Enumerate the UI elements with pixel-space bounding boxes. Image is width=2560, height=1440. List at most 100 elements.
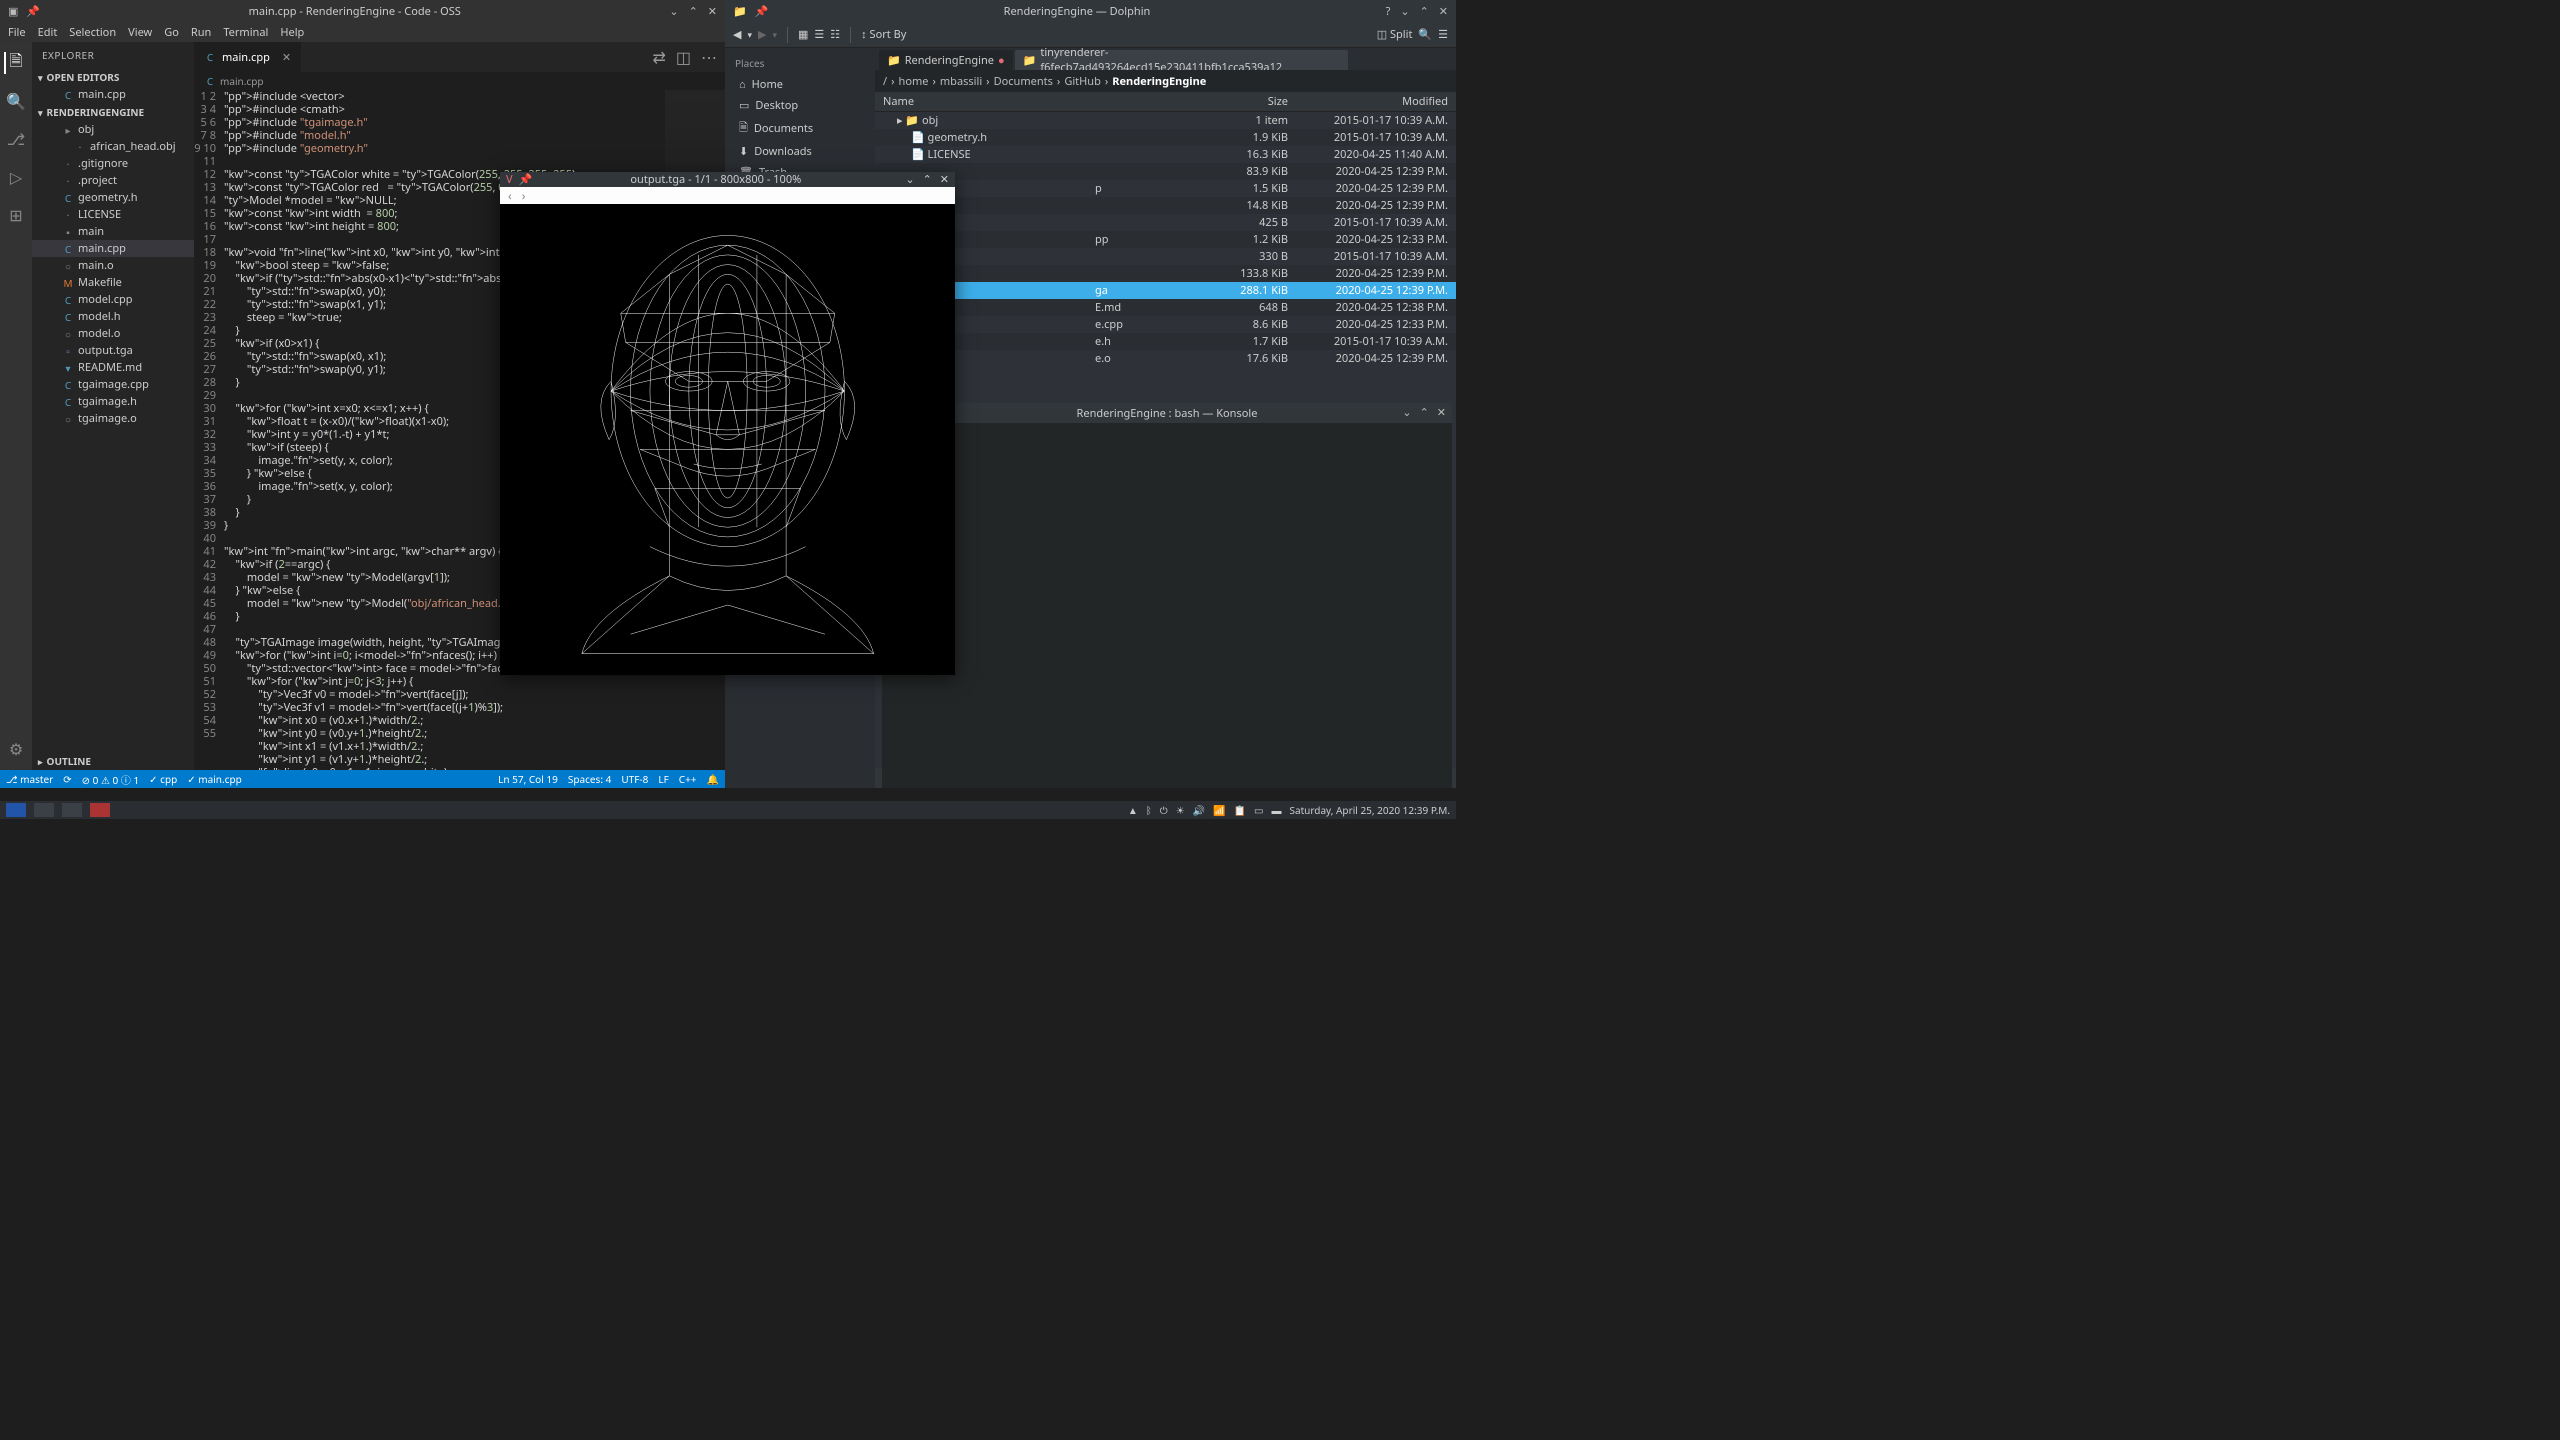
file-row[interactable]: p1.5 KiB2020-04-25 12:39 P.M. [875, 180, 1456, 197]
close-icon[interactable]: ✕ [708, 4, 717, 19]
close-icon[interactable]: ✕ [1437, 405, 1446, 420]
imgviewer-titlebar[interactable]: V 📌 output.tga - 1/1 - 800x800 - 100% ⌄ … [500, 172, 955, 187]
close-tab-icon[interactable]: ✕ [282, 50, 291, 65]
file-row[interactable]: 83.9 KiB2020-04-25 12:39 P.M. [875, 163, 1456, 180]
menu-help[interactable]: Help [280, 25, 304, 40]
tree-item[interactable]: MMakefile [32, 274, 194, 291]
place-item[interactable]: ▭Desktop [725, 95, 875, 116]
bluetooth-icon[interactable]: ᛒ [1146, 803, 1152, 817]
open-editors-header[interactable]: ▾OPEN EDITORS [32, 68, 194, 86]
file-status[interactable]: ✓ main.cpp [187, 772, 241, 786]
terminal[interactable]: lp ine]$ make [882, 423, 1452, 788]
tree-item[interactable]: ·.project [32, 172, 194, 189]
fwd-history-icon[interactable]: ▾ [772, 28, 777, 41]
file-row[interactable]: pp1.2 KiB2020-04-25 12:33 P.M. [875, 231, 1456, 248]
breadcrumbs[interactable]: Cmain.cpp [194, 72, 725, 90]
chevron-up-icon[interactable]: ⌃ [689, 4, 698, 19]
place-item[interactable]: ⬇Downloads [725, 141, 875, 162]
image-canvas[interactable] [500, 204, 955, 675]
tab-main-cpp[interactable]: Cmain.cpp✕ [194, 42, 301, 72]
file-row[interactable]: 425 B2015-01-17 10:39 A.M. [875, 214, 1456, 231]
konsole-title[interactable]: RenderingEngine : bash — Konsole [882, 403, 1452, 423]
chevron-down-icon[interactable]: ⌄ [1400, 4, 1409, 19]
explorer-icon[interactable]: 🗎 [4, 52, 26, 74]
tree-item[interactable]: ○model.o [32, 325, 194, 342]
compact-view-icon[interactable]: ☰ [814, 27, 824, 42]
tree-item[interactable]: ·african_head.obj [32, 138, 194, 155]
menu-go[interactable]: Go [164, 25, 179, 40]
tree-item[interactable]: ▫output.tga [32, 342, 194, 359]
language-mode[interactable]: C++ [679, 772, 697, 786]
search-icon[interactable]: 🔍 [5, 90, 27, 112]
file-row[interactable]: ▸ 📁 obj1 item2015-01-17 10:39 A.M. [875, 112, 1456, 129]
tree-item[interactable]: Cmodel.cpp [32, 291, 194, 308]
taskbar-app[interactable] [6, 803, 26, 817]
gear-icon[interactable]: ⚙ [5, 738, 27, 760]
outline-header[interactable]: ▸OUTLINE [32, 752, 194, 770]
menu-terminal[interactable]: Terminal [223, 25, 268, 40]
taskbar-app[interactable] [62, 803, 82, 817]
tree-item[interactable]: ○main.o [32, 257, 194, 274]
indent[interactable]: Spaces: 4 [568, 772, 611, 786]
debug-icon[interactable]: ▷ [5, 166, 27, 188]
scm-icon[interactable]: ⎇ [5, 128, 27, 150]
chevron-up-icon[interactable]: ⌃ [1420, 4, 1429, 19]
tree-item[interactable]: ▸obj [32, 121, 194, 138]
chevron-down-icon[interactable]: ⌄ [905, 172, 914, 187]
close-icon[interactable]: ✕ [1439, 4, 1448, 19]
tree-item[interactable]: ▪main [32, 223, 194, 240]
taskbar-app[interactable] [90, 803, 110, 817]
close-icon[interactable]: ✕ [940, 172, 949, 187]
file-row[interactable]: E.md648 B2020-04-25 12:38 P.M. [875, 299, 1456, 316]
icons-view-icon[interactable]: ▦ [798, 27, 808, 42]
chevron-up-icon[interactable]: ⌃ [923, 172, 932, 187]
file-row[interactable]: 📄 geometry.h1.9 KiB2015-01-17 10:39 A.M. [875, 129, 1456, 146]
clock[interactable]: Saturday, April 25, 2020 12:39 P.M. [1289, 803, 1450, 817]
pin-icon[interactable]: 📌 [519, 172, 533, 187]
file-row[interactable]: 133.8 KiB2020-04-25 12:39 P.M. [875, 265, 1456, 282]
menu-selection[interactable]: Selection [69, 25, 116, 40]
file-row[interactable]: 📄 LICENSE16.3 KiB2020-04-25 11:40 A.M. [875, 146, 1456, 163]
menu-edit[interactable]: Edit [38, 25, 58, 40]
tree-item[interactable]: ·LICENSE [32, 206, 194, 223]
clipboard-icon[interactable]: 📋 [1234, 803, 1246, 817]
git-branch[interactable]: ⎇ master [6, 772, 53, 786]
pin-icon[interactable]: 📌 [755, 4, 769, 19]
problems[interactable]: ⊘ 0 ⚠ 0 ⓘ 1 [82, 772, 140, 787]
sync-icon[interactable]: ⟳ [63, 772, 71, 786]
cursor-pos[interactable]: Ln 57, Col 19 [498, 772, 558, 786]
extensions-icon[interactable]: ⊞ [5, 204, 27, 226]
eol[interactable]: LF [658, 772, 668, 786]
open-editor-item[interactable]: Cmain.cpp [32, 86, 194, 103]
chevron-down-icon[interactable]: ⌄ [1402, 405, 1411, 420]
tree-item[interactable]: Cmodel.h [32, 308, 194, 325]
chevron-down-icon[interactable]: ⌄ [669, 4, 678, 19]
file-row[interactable]: 14.8 KiB2020-04-25 12:39 P.M. [875, 197, 1456, 214]
path-breadcrumb[interactable]: /› home› mbassili› Documents› GitHub› Re… [875, 70, 1456, 92]
tree-item[interactable]: Cgeometry.h [32, 189, 194, 206]
brightness-icon[interactable]: ☀ [1176, 803, 1185, 817]
lang-status[interactable]: ✓ cpp [149, 772, 177, 786]
details-view-icon[interactable]: ☷ [830, 27, 840, 42]
tree-item[interactable]: ·.gitignore [32, 155, 194, 172]
more-icon[interactable]: ⋯ [701, 46, 717, 68]
battery-icon[interactable]: ▬ [1271, 803, 1281, 817]
file-row[interactable]: ga288.1 KiB2020-04-25 12:39 P.M. [875, 282, 1456, 299]
back-button[interactable]: ◀ [733, 27, 741, 42]
help-icon[interactable]: ? [1386, 4, 1391, 19]
next-icon[interactable]: › [522, 187, 526, 204]
col-modified[interactable]: Modified [1296, 92, 1456, 111]
menu-run[interactable]: Run [191, 25, 211, 40]
place-item[interactable]: 🗎Documents [725, 116, 875, 141]
dolphin-tab[interactable]: 📁tinyrenderer-f6fecb7ad493264ecd15e23041… [1015, 50, 1349, 70]
file-row[interactable]: e.cpp8.6 KiB2020-04-25 12:33 P.M. [875, 316, 1456, 333]
col-size[interactable]: Size [1216, 92, 1296, 111]
search-icon[interactable]: 🔍 [1418, 27, 1432, 42]
volume-icon[interactable]: 🔊 [1193, 803, 1205, 817]
menu-file[interactable]: File [8, 25, 26, 40]
file-row[interactable]: 330 B2015-01-17 10:39 A.M. [875, 248, 1456, 265]
forward-button[interactable]: ▶ [758, 27, 766, 42]
prev-icon[interactable]: ‹ [508, 187, 512, 204]
chevron-up-icon[interactable]: ⌃ [1420, 405, 1429, 420]
dolphin-tab-active[interactable]: 📁RenderingEngine ● [879, 50, 1013, 70]
